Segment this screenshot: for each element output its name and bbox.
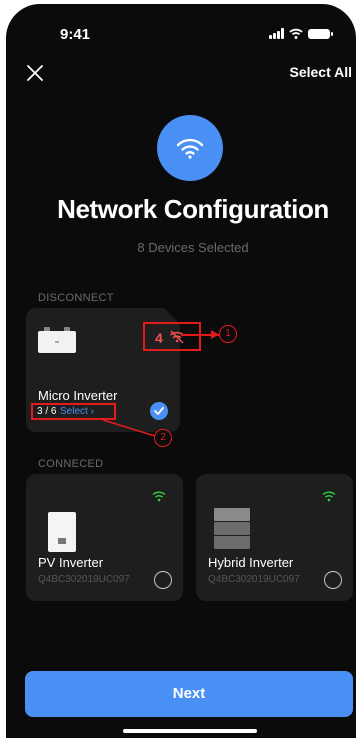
pv-inverter-image [48, 512, 76, 552]
hybrid-inverter-image [214, 508, 250, 550]
selection-count: 3 / 6 [37, 406, 57, 417]
status-bar: 9:41 [6, 4, 356, 54]
annotation-marker-2: 2 [154, 429, 172, 447]
select-all-button[interactable]: Select All [289, 64, 352, 80]
battery-icon [308, 28, 333, 39]
wifi-icon [157, 115, 223, 181]
top-bar: Select All [6, 58, 356, 88]
devices-selected-count: 8 Devices Selected [137, 240, 249, 255]
home-indicator [123, 729, 257, 733]
select-link[interactable]: Select › [60, 406, 94, 417]
micro-inverter-image [38, 327, 76, 353]
close-icon[interactable] [24, 62, 46, 84]
annotation-line-2 [102, 419, 156, 437]
wifi-off-icon [170, 330, 184, 344]
page-title: Network Configuration [57, 194, 329, 224]
phone-screen: 9:41 Select All Network Configuration 8 … [6, 4, 356, 738]
device-card-micro-inverter[interactable]: 4 Micro Inverter 3 / 6 Select › [26, 308, 201, 432]
status-icons [269, 28, 333, 39]
device-name: Hybrid Inverter [208, 555, 294, 570]
status-time: 9:41 [60, 26, 91, 43]
device-name: PV Inverter [38, 555, 104, 570]
wifi-status-icon [289, 28, 303, 39]
wifi-icon [322, 491, 336, 502]
wifi-icon [152, 491, 166, 502]
device-name: Micro Inverter [38, 388, 118, 403]
device-card-hybrid-inverter[interactable]: Hybrid Inverter Q4BC302019UC097 [196, 474, 353, 601]
device-card-pv-inverter[interactable]: PV Inverter Q4BC302019UC097 [26, 474, 183, 601]
select-checkbox[interactable] [154, 571, 172, 589]
next-button[interactable]: Next [25, 671, 353, 717]
annotation-arrow-1 [211, 330, 219, 339]
offline-count-badge: 4 [143, 322, 201, 351]
cellular-signal-icon [269, 28, 284, 39]
device-serial: Q4BC302019UC097 [38, 574, 130, 585]
offline-count: 4 [155, 330, 163, 346]
section-label-connected: CONNECED [38, 458, 104, 470]
device-serial: Q4BC302019UC097 [208, 574, 300, 585]
annotation-marker-1: 1 [219, 325, 237, 343]
select-checkbox[interactable] [324, 571, 342, 589]
section-label-disconnected: DISCONNECT [38, 292, 114, 304]
